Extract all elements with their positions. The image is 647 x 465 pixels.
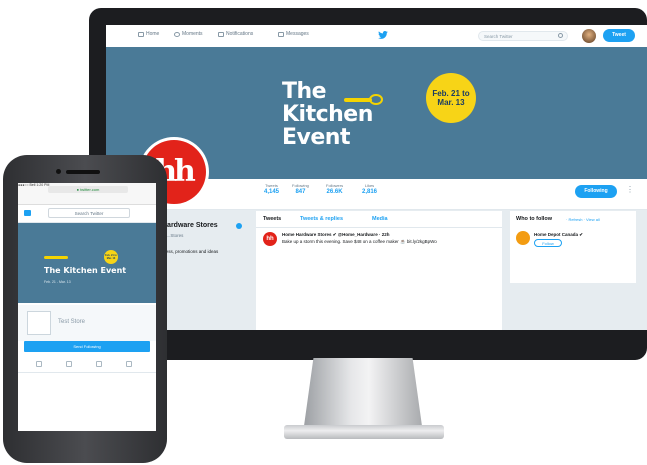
phone-profile-banner bbox=[18, 223, 156, 303]
who-to-follow-panel: Who to follow · Refresh · View all Home … bbox=[510, 211, 636, 283]
whisk-icon bbox=[369, 94, 383, 105]
nav-messages-label: Messages bbox=[286, 31, 309, 37]
phone-speaker bbox=[66, 170, 100, 174]
nav-home[interactable]: Home bbox=[138, 31, 159, 37]
home-icon[interactable] bbox=[36, 361, 42, 367]
nav-messages[interactable]: Messages bbox=[278, 31, 309, 37]
account-avatar[interactable] bbox=[582, 29, 596, 43]
tweet-avatar[interactable]: hh bbox=[263, 232, 277, 246]
following-button[interactable]: Following bbox=[575, 185, 617, 198]
profile-name: Hardware Stores bbox=[162, 222, 218, 229]
profile-bio: ...ess, promotions and ideas bbox=[162, 249, 219, 254]
stat-value: 847 bbox=[295, 189, 306, 195]
nav-home-label: Home bbox=[146, 31, 160, 37]
phone-url-field[interactable]: ● twitter.com bbox=[48, 186, 128, 193]
envelope-icon bbox=[278, 31, 284, 37]
phone-banner-subtitle: Feb. 21 - Mar. 13 bbox=[44, 280, 71, 284]
stat-label: Tweets bbox=[265, 183, 278, 188]
stat-label: Followers bbox=[326, 183, 344, 188]
stat-value: 26.6K bbox=[326, 189, 343, 195]
imac-chin bbox=[89, 330, 647, 360]
follow-button[interactable]: Follow bbox=[534, 239, 562, 247]
phone-store-name: Test Store bbox=[58, 319, 86, 325]
banner-headline-event: Event bbox=[282, 125, 350, 150]
nav-moments-label: Moments bbox=[182, 31, 203, 37]
phone-screen: ●●●○○ Bell 1:20 PM ● twitter.com Search … bbox=[18, 183, 156, 431]
tweet-button[interactable]: Tweet bbox=[603, 29, 635, 42]
bell-icon[interactable] bbox=[96, 361, 102, 367]
stat-followers[interactable]: Followers 26.6K bbox=[326, 183, 343, 195]
event-date-end: Mar. 13 bbox=[437, 98, 465, 107]
whisk-handle-graphic bbox=[344, 98, 372, 102]
timeline-divider bbox=[256, 227, 502, 228]
event-date-badge: Feb. 21 to Mar. 13 bbox=[426, 73, 476, 123]
suggested-account-avatar[interactable] bbox=[516, 231, 530, 245]
suggested-account-name[interactable]: Home Depot Canada ✔ bbox=[534, 232, 583, 238]
phone-search-input[interactable]: Search Twitter bbox=[48, 208, 130, 218]
envelope-icon[interactable] bbox=[126, 361, 132, 367]
twitter-bird-icon[interactable] bbox=[378, 31, 388, 39]
phone-avatar-placeholder[interactable] bbox=[27, 311, 51, 335]
event-date-start: Feb. 21 to bbox=[432, 89, 470, 98]
tab-media[interactable]: Media bbox=[372, 216, 388, 222]
verified-badge-icon bbox=[236, 223, 242, 229]
banner-headline-the: The bbox=[282, 79, 327, 104]
tab-tweets-replies[interactable]: Tweets & replies bbox=[300, 216, 343, 222]
nav-moments[interactable]: Moments bbox=[174, 31, 203, 37]
imac-stand-base bbox=[284, 425, 444, 439]
lightning-icon bbox=[174, 31, 180, 37]
stat-likes[interactable]: Likes 2,816 bbox=[362, 183, 377, 195]
desktop-screen: Home Moments Notifications Messages Sear… bbox=[106, 25, 647, 330]
phone-banner-headline: The Kitchen Event bbox=[44, 266, 127, 275]
stat-tweets[interactable]: Tweets 4,145 bbox=[264, 183, 279, 195]
stat-value: 4,145 bbox=[264, 189, 280, 195]
imac-stand bbox=[304, 358, 422, 426]
nav-notifications-label: Notifications bbox=[226, 31, 254, 37]
search-input[interactable]: Search Twitter bbox=[478, 31, 568, 41]
phone-follow-button[interactable]: Send Following bbox=[24, 341, 150, 352]
stat-following[interactable]: Following 847 bbox=[292, 183, 309, 195]
more-options-icon[interactable]: ⋮ bbox=[626, 185, 634, 194]
tab-tweets[interactable]: Tweets bbox=[263, 216, 281, 222]
tweet-text: Bake up a storm this evening. Save $48 o… bbox=[282, 239, 437, 244]
stat-value: 2,816 bbox=[362, 189, 378, 195]
tweet-author[interactable]: Home Hardware Stores ✔ @Home_Hardware · … bbox=[282, 232, 389, 238]
nav-notifications[interactable]: Notifications bbox=[218, 31, 253, 37]
search-icon[interactable] bbox=[66, 361, 72, 367]
stat-label: Following bbox=[292, 183, 309, 188]
camera-icon bbox=[56, 169, 61, 174]
who-to-follow-title: Who to follow bbox=[516, 216, 553, 222]
phone-url-bar bbox=[18, 191, 156, 205]
home-icon bbox=[138, 31, 144, 37]
banner-headline-kitchen: Kitchen bbox=[282, 102, 373, 127]
search-icon[interactable] bbox=[558, 33, 563, 38]
stat-label: Likes bbox=[364, 183, 375, 188]
timeline-panel: Tweets Tweets & replies Media hh Home Ha… bbox=[256, 211, 502, 330]
phone-event-date-badge: Feb. 21 to Mar. 13 bbox=[104, 250, 118, 264]
bell-icon bbox=[218, 31, 224, 37]
who-to-follow-links[interactable]: · Refresh · View all bbox=[566, 217, 600, 222]
phone-date-end: Mar. 13 bbox=[106, 257, 116, 260]
menu-icon[interactable] bbox=[24, 210, 31, 216]
whisk-icon bbox=[44, 256, 68, 259]
